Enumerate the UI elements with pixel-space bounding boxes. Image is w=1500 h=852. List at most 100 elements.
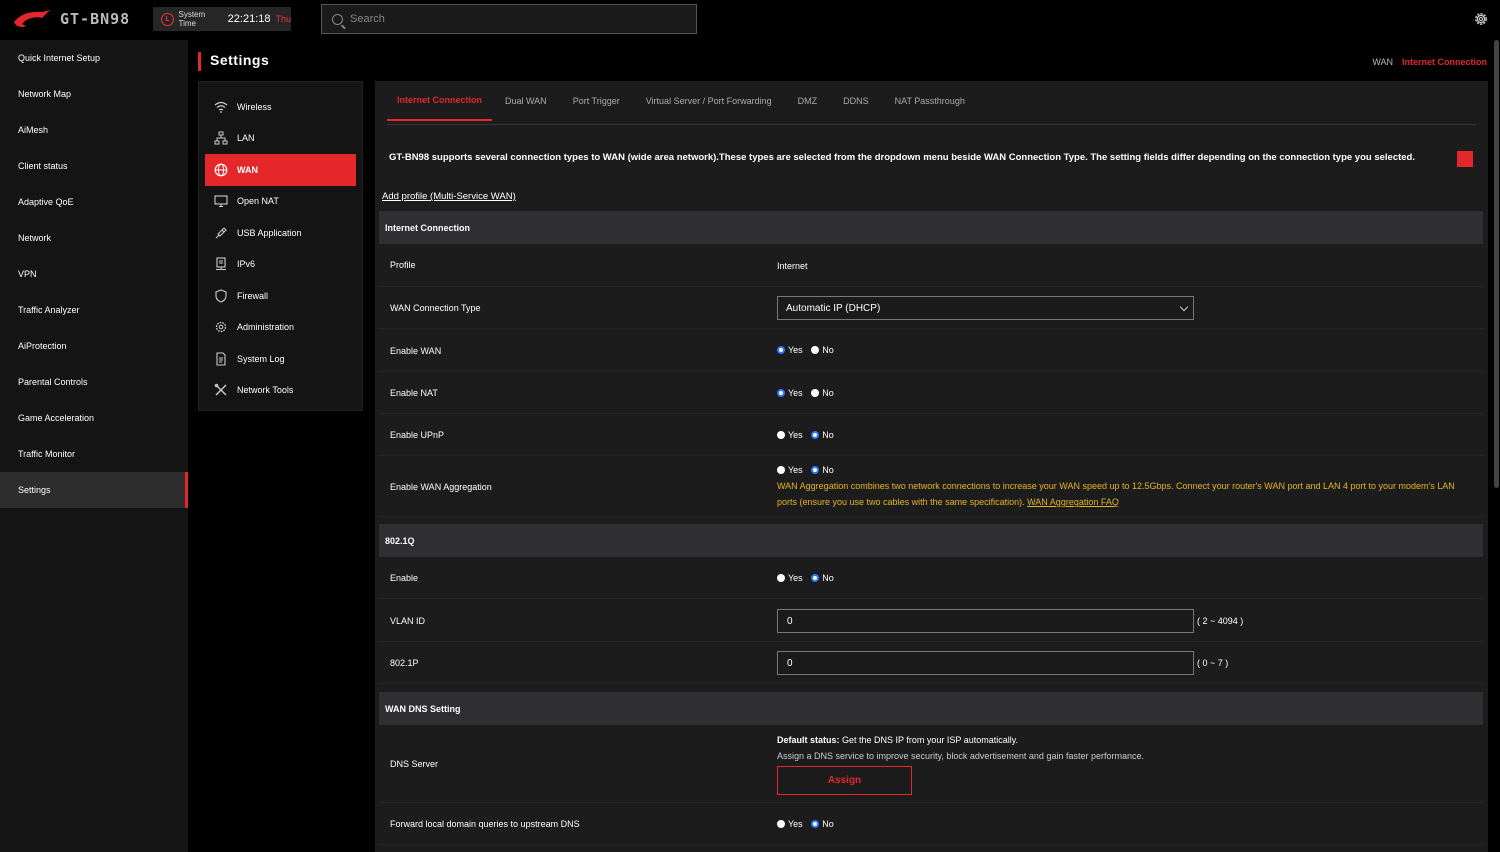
radio-label: Yes xyxy=(788,345,803,355)
search-box[interactable] xyxy=(321,4,697,34)
dns-server-label: DNS Server xyxy=(390,759,439,769)
enable-upnp-yes[interactable]: Yes xyxy=(777,430,803,440)
sidebar-item-parental-controls[interactable]: Parental Controls xyxy=(0,364,188,400)
vlan-id-label: VLAN ID xyxy=(390,616,426,626)
add-profile-link[interactable]: Add profile (Multi-Service WAN) xyxy=(382,191,516,202)
sidebar-item-traffic-analyzer[interactable]: Traffic Analyzer xyxy=(0,292,188,328)
tab-dmz[interactable]: DMZ xyxy=(785,81,831,121)
system-time-box: System Time 22:21:18 Thu xyxy=(153,7,291,31)
subnav-label: Administration xyxy=(237,322,295,333)
row-dns-server: DNS Server Default status: Get the DNS I… xyxy=(379,725,1483,803)
clock-icon xyxy=(161,12,174,26)
search-input[interactable] xyxy=(350,13,680,25)
enable-wan-label: Enable WAN xyxy=(390,346,442,356)
tab-internet-connection[interactable]: Internet Connection xyxy=(387,81,492,121)
row-dot1q-enable: Enable Yes No xyxy=(379,557,1483,599)
subnav-item-administration[interactable]: Administration xyxy=(205,312,356,344)
subnav-item-lan[interactable]: LAN xyxy=(205,123,356,155)
sidebar-item-traffic-monitor[interactable]: Traffic Monitor xyxy=(0,436,188,472)
main-sidebar: Quick Internet Setup Network Map AiMesh … xyxy=(0,40,188,852)
gear-icon[interactable] xyxy=(1473,11,1489,27)
radio-unchecked-icon xyxy=(811,389,820,397)
breadcrumb-current: Internet Connection xyxy=(1402,57,1487,67)
breadcrumb: WAN Internet Connection xyxy=(1372,57,1487,67)
radio-checked-icon xyxy=(811,466,820,474)
subnav-item-wan[interactable]: WAN xyxy=(205,154,356,186)
wan-type-select[interactable]: Automatic IP (DHCP) xyxy=(777,296,1194,320)
wan-aggregation-no[interactable]: No xyxy=(811,465,834,475)
sidebar-item-adaptive-qoe[interactable]: Adaptive QoE xyxy=(0,184,188,220)
subnav-item-open-nat[interactable]: Open NAT xyxy=(205,186,356,218)
subnav-item-network-tools[interactable]: Network Tools xyxy=(205,375,356,407)
ipv6-icon xyxy=(216,257,226,271)
lan-icon xyxy=(214,131,228,145)
sidebar-item-game-acceleration[interactable]: Game Acceleration xyxy=(0,400,188,436)
rog-logo-icon[interactable] xyxy=(12,8,52,30)
dot1q-enable-radios: Yes No xyxy=(777,573,840,584)
forward-local-no[interactable]: No xyxy=(811,819,834,829)
chevron-down-icon xyxy=(1179,302,1189,312)
tab-dual-wan[interactable]: Dual WAN xyxy=(492,81,560,121)
sidebar-item-settings[interactable]: Settings xyxy=(0,472,188,508)
monitor-icon xyxy=(214,195,228,208)
assign-dns-button[interactable]: Assign xyxy=(777,766,912,795)
row-wan-aggregation: Enable WAN Aggregation Yes No WAN Aggreg… xyxy=(379,456,1483,517)
enable-wan-yes[interactable]: Yes xyxy=(777,345,803,355)
subnav-item-system-log[interactable]: System Log xyxy=(205,343,356,375)
enable-wan-no[interactable]: No xyxy=(811,345,834,355)
radio-checked-icon xyxy=(811,574,820,582)
dot1p-input[interactable] xyxy=(777,651,1194,675)
tab-nat-passthrough[interactable]: NAT Passthrough xyxy=(882,81,978,121)
model-name: GT-BN98 xyxy=(60,10,131,28)
sidebar-item-client-status[interactable]: Client status xyxy=(0,148,188,184)
tab-ddns[interactable]: DDNS xyxy=(830,81,882,121)
forward-local-yes[interactable]: Yes xyxy=(777,819,803,829)
subnav-label: IPv6 xyxy=(237,259,256,270)
subnav-label: Wireless xyxy=(237,101,272,112)
subnav-label: Open NAT xyxy=(237,196,279,207)
search-icon xyxy=(332,13,343,25)
row-forward-local-domain: Forward local domain queries to upstream… xyxy=(379,803,1483,845)
enable-upnp-no[interactable]: No xyxy=(811,430,834,440)
wan-aggregation-yes[interactable]: Yes xyxy=(777,465,803,475)
system-day: Thu xyxy=(275,14,291,24)
subnav-label: System Log xyxy=(237,353,285,364)
subnav-item-usb-application[interactable]: USB Application xyxy=(205,217,356,249)
row-enable-upnp: Enable UPnP Yes No xyxy=(379,414,1483,456)
sidebar-item-vpn[interactable]: VPN xyxy=(0,256,188,292)
wan-aggregation-faq-link[interactable]: WAN Aggregation FAQ xyxy=(1027,497,1119,507)
dot1q-enable-yes[interactable]: Yes xyxy=(777,573,803,583)
enable-upnp-radios: Yes No xyxy=(777,430,840,441)
sidebar-item-quick-internet-setup[interactable]: Quick Internet Setup xyxy=(0,40,188,76)
sidebar-item-aiprotection[interactable]: AiProtection xyxy=(0,328,188,364)
dot1q-enable-label: Enable xyxy=(390,573,419,583)
subnav-item-firewall[interactable]: Firewall xyxy=(205,280,356,312)
enable-nat-no[interactable]: No xyxy=(811,388,834,398)
dns-hint: Assign a DNS service to improve security… xyxy=(777,751,1144,761)
tab-virtual-server[interactable]: Virtual Server / Port Forwarding xyxy=(633,81,785,121)
dot1q-enable-no[interactable]: No xyxy=(811,573,834,583)
document-icon xyxy=(216,352,226,366)
subnav-item-ipv6[interactable]: IPv6 xyxy=(205,249,356,281)
enable-nat-radios: Yes No xyxy=(777,388,840,399)
sidebar-item-network[interactable]: Network xyxy=(0,220,188,256)
page-scrollbar[interactable] xyxy=(1494,40,1499,488)
radio-checked-icon xyxy=(777,389,785,397)
page-description: GT-BN98 supports several connection type… xyxy=(389,152,1415,163)
wifi-icon xyxy=(214,101,228,113)
radio-label: Yes xyxy=(788,430,803,440)
tab-port-trigger[interactable]: Port Trigger xyxy=(560,81,633,121)
row-enable-wan: Enable WAN Yes No xyxy=(379,329,1483,372)
radio-checked-icon xyxy=(777,346,785,354)
sidebar-item-aimesh[interactable]: AiMesh xyxy=(0,112,188,148)
help-toggle[interactable] xyxy=(1457,151,1473,167)
breadcrumb-item[interactable]: WAN xyxy=(1372,57,1393,67)
system-time-value: 22:21:18 xyxy=(227,13,271,25)
forward-local-label: Forward local domain queries to upstream… xyxy=(390,819,580,829)
enable-nat-yes[interactable]: Yes xyxy=(777,388,803,398)
vlan-id-input[interactable] xyxy=(777,609,1194,633)
subnav-item-wireless[interactable]: Wireless xyxy=(205,91,356,123)
radio-label: No xyxy=(822,819,834,829)
sidebar-item-network-map[interactable]: Network Map xyxy=(0,76,188,112)
subnav-label: Firewall xyxy=(237,290,269,301)
